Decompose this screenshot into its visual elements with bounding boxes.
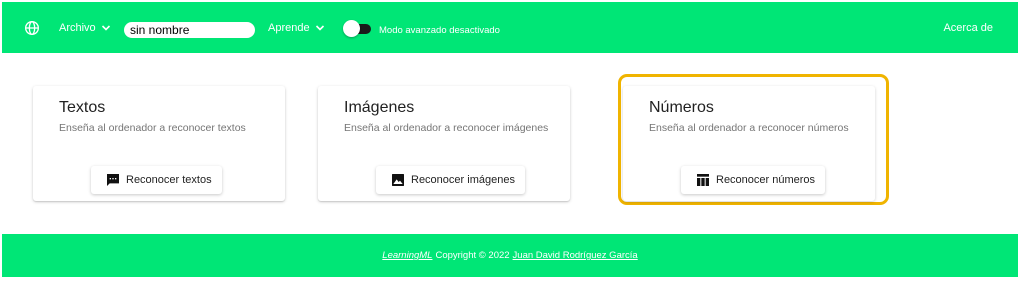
card-title: Textos xyxy=(59,99,106,116)
project-name-input[interactable] xyxy=(124,22,255,38)
button-label: Reconocer números xyxy=(716,174,816,186)
file-menu-label: Archivo xyxy=(59,22,96,34)
toggle-knob xyxy=(343,20,360,37)
card-subtitle: Enseña al ordenador a reconocer textos xyxy=(59,122,246,134)
card-subtitle: Enseña al ordenador a reconocer imágenes xyxy=(344,122,549,134)
card-title: Números xyxy=(649,99,714,116)
comment-icon xyxy=(107,174,119,186)
button-label: Reconocer textos xyxy=(126,174,212,186)
advanced-mode-toggle[interactable] xyxy=(343,20,371,37)
card-texts: Textos Enseña al ordenador a reconocer t… xyxy=(33,86,285,201)
card-numbers: Números Enseña al ordenador a reconocer … xyxy=(623,86,875,201)
top-app-bar: Archivo Aprende Modo avanzado desactivad… xyxy=(2,2,1018,53)
learn-menu-label: Aprende xyxy=(268,22,310,34)
chevron-down-icon xyxy=(315,25,324,31)
card-title: Imágenes xyxy=(344,99,415,116)
learn-menu-button[interactable]: Aprende xyxy=(268,16,325,40)
advanced-mode-label: Modo avanzado desactivado xyxy=(379,25,500,36)
card-subtitle: Enseña al ordenador a reconocer números xyxy=(649,122,849,134)
globe-icon[interactable] xyxy=(24,20,40,36)
table-icon xyxy=(697,174,709,186)
chevron-down-icon xyxy=(101,25,110,31)
brand-link[interactable]: LearningML xyxy=(382,250,432,261)
card-images: Imágenes Enseña al ordenador a reconocer… xyxy=(318,86,570,201)
file-menu-button[interactable]: Archivo xyxy=(59,16,111,40)
footer: LearningML Copyright © 2022 Juan David R… xyxy=(2,234,1018,277)
recognize-images-button[interactable]: Reconocer imágenes xyxy=(376,166,525,194)
button-label: Reconocer imágenes xyxy=(411,174,515,186)
copyright-text: Copyright © 2022 xyxy=(435,250,510,261)
author-link[interactable]: Juan David Rodríguez García xyxy=(513,250,638,261)
image-icon xyxy=(392,174,404,186)
recognize-numbers-button[interactable]: Reconocer números xyxy=(681,166,826,194)
recognize-texts-button[interactable]: Reconocer textos xyxy=(91,166,222,194)
about-link[interactable]: Acerca de xyxy=(943,22,993,34)
